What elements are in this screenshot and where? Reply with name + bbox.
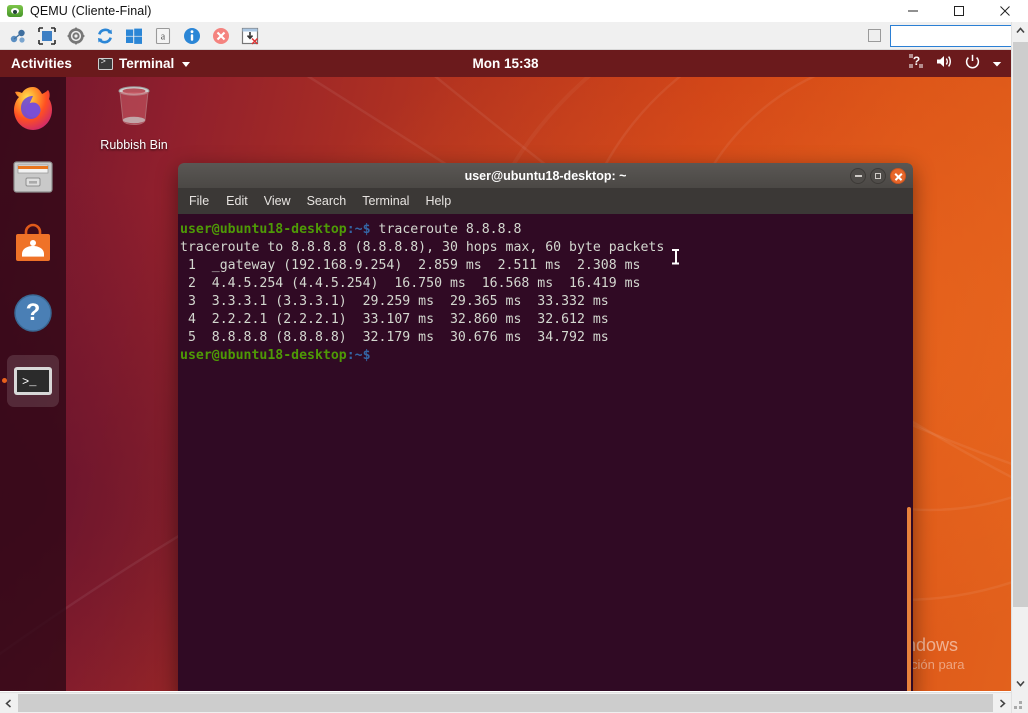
terminal-content[interactable]: user@ubuntu18-desktop:~$ traceroute 8.8.… [178,214,913,691]
close-icon[interactable] [982,0,1028,22]
dock-item-help[interactable]: ? [7,287,59,339]
host-window-title: QEMU (Cliente-Final) [30,4,151,18]
dock-item-files[interactable] [7,151,59,203]
activities-button[interactable]: Activities [11,56,72,71]
minimize-icon[interactable] [850,168,866,184]
screen: QEMU (Cliente-Final) [0,0,1028,713]
chevron-down-icon[interactable] [992,55,1002,73]
terminal-output: user@ubuntu18-desktop:~$ traceroute 8.8.… [180,221,913,365]
ubuntu-software-icon [7,219,59,271]
output-line: 5 8.8.8.8 (8.8.8.8) 32.179 ms 30.676 ms … [180,330,609,345]
running-indicator [2,378,7,383]
ubuntu-dock: ? >_ [0,77,66,691]
fullscreen-icon[interactable] [34,23,60,49]
host-vertical-scrollbar[interactable] [1011,22,1028,713]
svg-text:>_: >_ [22,375,37,389]
terminal-scrollbar[interactable] [907,507,911,691]
host-window-controls [890,0,1028,22]
app-menu-label: Terminal [119,56,174,71]
power-icon[interactable] [965,54,980,74]
output-line: 4 2.2.2.1 (2.2.2.1) 33.107 ms 32.860 ms … [180,312,609,327]
chevron-right-icon[interactable] [994,693,1011,713]
dock-item-firefox[interactable] [7,83,59,135]
output-line: 1 _gateway (192.168.9.254) 2.859 ms 2.51… [180,258,641,273]
svg-text:?: ? [913,54,920,68]
chevron-left-icon[interactable] [0,693,17,713]
dock-item-ubuntu-software[interactable] [7,219,59,271]
maximize-icon[interactable] [936,0,982,22]
chevron-up-icon[interactable] [1012,22,1028,39]
qemu-icon [7,3,23,19]
close-circle-icon[interactable] [208,23,234,49]
settings-gear-icon[interactable] [63,23,89,49]
output-line: 2 4.4.5.254 (4.4.5.254) 16.750 ms 16.568… [180,276,641,291]
save-window-icon[interactable] [237,23,263,49]
menu-search[interactable]: Search [299,189,355,214]
text-cursor-icon [672,249,679,264]
resize-grip[interactable] [1014,698,1027,711]
svg-text:?: ? [26,299,41,326]
help-icon: ? [7,287,59,339]
menu-help[interactable]: Help [417,189,459,214]
document-icon[interactable]: a [150,23,176,49]
menu-file[interactable]: File [189,189,218,214]
output-line: 3 3.3.3.1 (3.3.3.1) 29.259 ms 29.365 ms … [180,294,609,309]
host-titlebar: QEMU (Cliente-Final) [0,0,1028,22]
terminal-window: user@ubuntu18-desktop: ~ File Edit View … [178,163,913,691]
firefox-icon [7,83,59,135]
minimize-icon[interactable] [890,0,936,22]
chevron-down-icon [182,62,190,67]
terminal-title: user@ubuntu18-desktop: ~ [465,169,627,183]
windows-logo-icon[interactable] [121,23,147,49]
prompt-path: :~$ [347,348,371,363]
guest-screen: Activities Terminal Mon 15:38 ? [0,50,1011,691]
terminal-window-controls [850,163,906,189]
rubbish-bin-icon [110,82,158,130]
svg-text:a: a [161,31,166,42]
input-keyboard-icon[interactable]: ? [909,54,924,73]
network-icon[interactable] [5,23,31,49]
desktop-icon-label: Rubbish Bin [95,138,173,152]
menu-edit[interactable]: Edit [218,189,256,214]
volume-icon[interactable] [936,54,953,74]
terminal-menubar: File Edit View Search Terminal Help [178,189,913,214]
prompt-path: :~$ [347,222,371,237]
info-icon[interactable] [179,23,205,49]
output-line: traceroute to 8.8.8.8 (8.8.8.8), 30 hops… [180,240,664,255]
files-icon [7,151,59,203]
close-icon[interactable] [890,168,906,184]
chevron-down-icon[interactable] [1012,675,1028,692]
horizontal-scroll-thumb[interactable] [18,694,993,712]
toolbar-search-input[interactable] [890,25,1023,47]
vertical-scroll-thumb[interactable] [1013,42,1028,607]
terminal-icon [98,58,113,70]
host-toolbar: a [0,22,1028,50]
maximize-icon[interactable] [870,168,886,184]
system-tray[interactable]: ? [909,50,1002,77]
terminal-command: traceroute 8.8.8.8 [371,222,522,237]
desktop-icon-rubbish-bin[interactable]: Rubbish Bin [95,82,173,152]
gnome-topbar: Activities Terminal Mon 15:38 ? [0,50,1011,77]
dock-item-terminal[interactable]: >_ [7,355,59,407]
toolbar-checkbox[interactable] [868,29,881,42]
host-horizontal-scrollbar[interactable] [0,692,1011,713]
menu-view[interactable]: View [256,189,299,214]
prompt-user: user@ubuntu18-desktop [180,222,347,237]
prompt-user: user@ubuntu18-desktop [180,348,347,363]
app-menu[interactable]: Terminal [98,56,190,71]
refresh-icon[interactable] [92,23,118,49]
terminal-icon: >_ [7,355,59,407]
terminal-titlebar[interactable]: user@ubuntu18-desktop: ~ [178,163,913,189]
menu-terminal[interactable]: Terminal [354,189,417,214]
